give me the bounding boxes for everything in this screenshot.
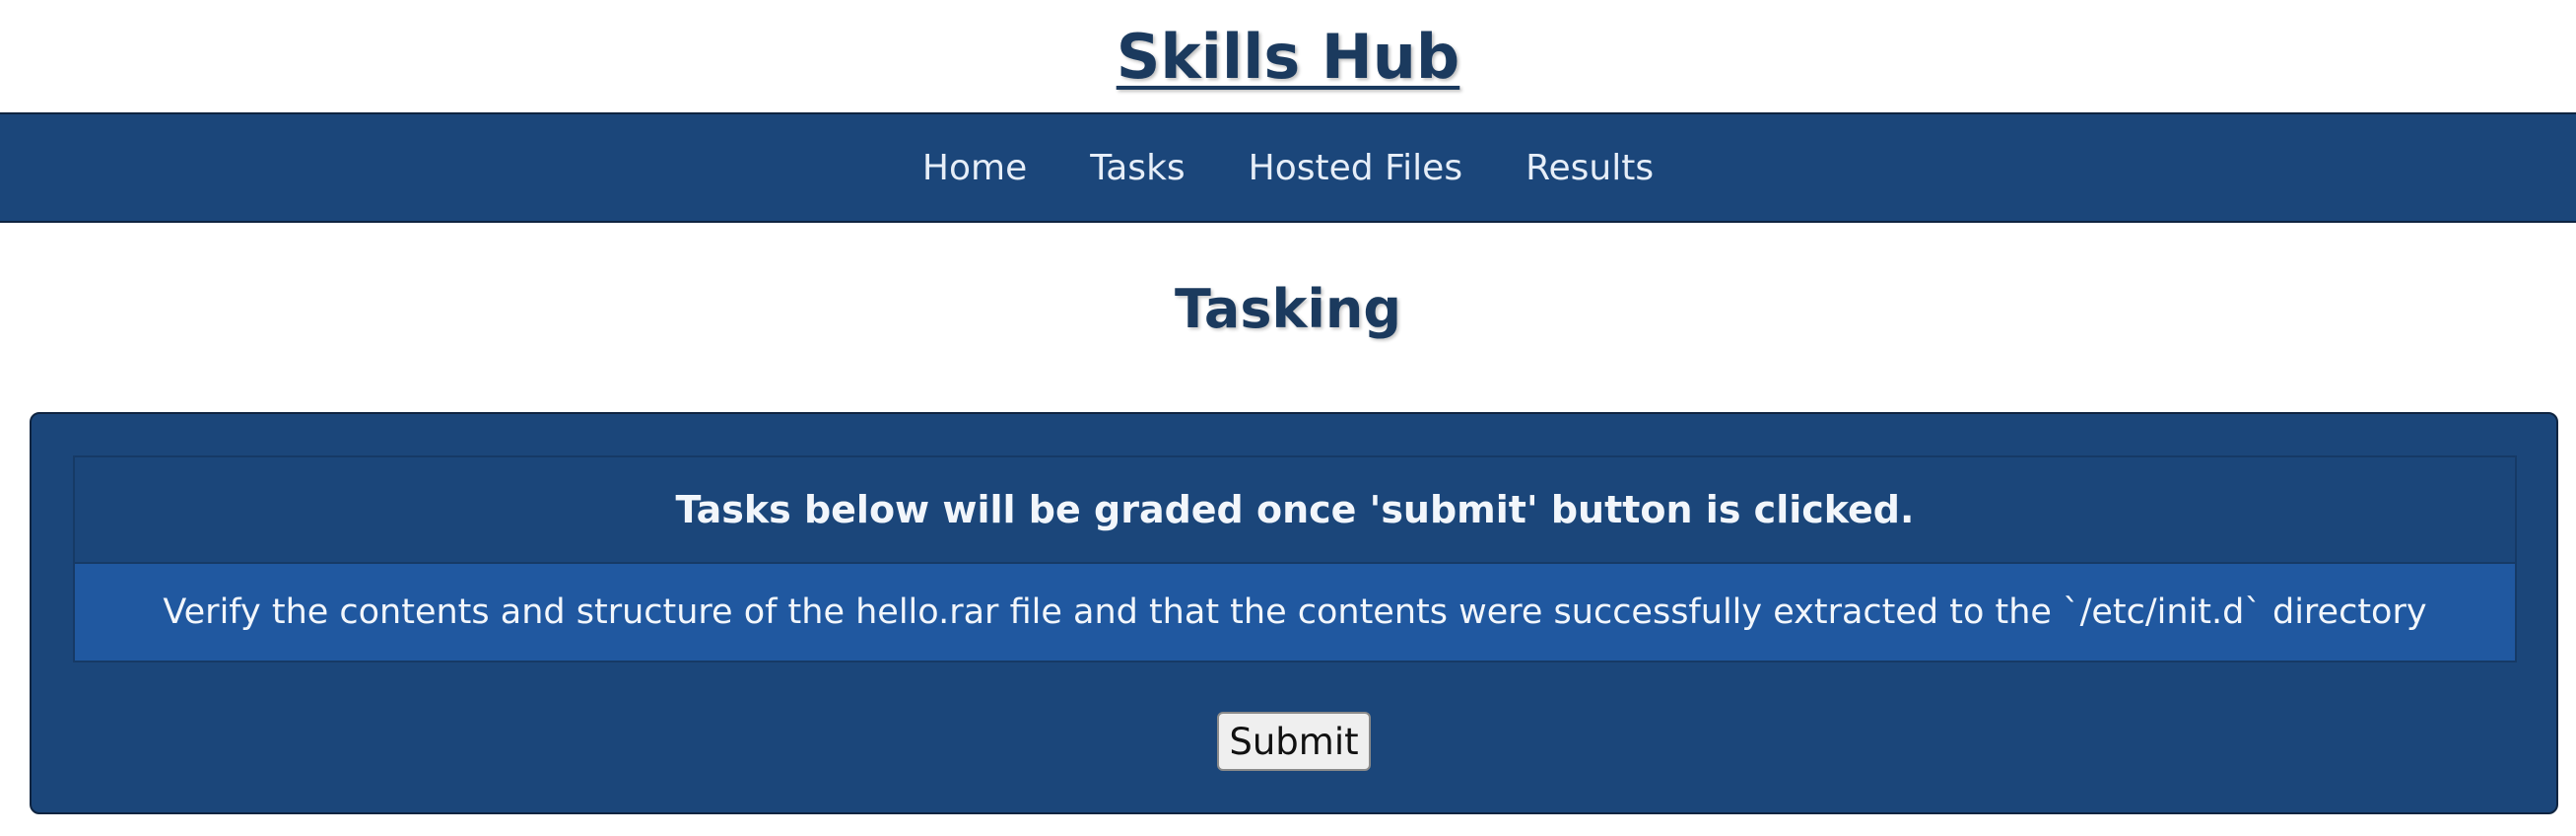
nav-link-tasks[interactable]: Tasks <box>1090 148 1185 188</box>
submit-button[interactable]: Submit <box>1217 712 1371 771</box>
nav-link-home[interactable]: Home <box>922 148 1027 188</box>
task-row: Verify the contents and structure of the… <box>75 562 2515 661</box>
task-table: Tasks below will be graded once 'submit'… <box>73 455 2517 662</box>
nav-link-hosted-files[interactable]: Hosted Files <box>1249 148 1462 188</box>
task-table-header: Tasks below will be graded once 'submit'… <box>75 457 2515 562</box>
task-panel: Tasks below will be graded once 'submit'… <box>30 412 2558 814</box>
nav-link-results[interactable]: Results <box>1525 148 1654 188</box>
page-title: Tasking <box>1175 278 1401 340</box>
site-title-link[interactable]: Skills Hub <box>1117 21 1460 93</box>
main-navbar: Home Tasks Hosted Files Results <box>0 112 2576 223</box>
submit-container: Submit <box>32 712 2556 771</box>
site-header: Skills Hub <box>0 0 2576 112</box>
